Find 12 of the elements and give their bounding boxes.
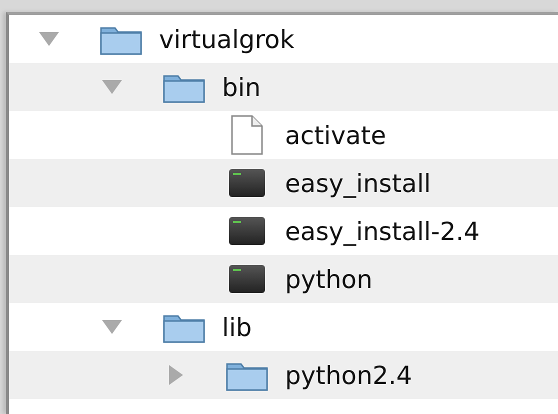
terminal-icon — [228, 216, 266, 246]
document-icon — [231, 115, 263, 155]
file-name[interactable]: easy_install — [285, 170, 431, 196]
file-name[interactable]: virtualgrok — [159, 26, 294, 52]
file-name[interactable]: activate — [285, 122, 386, 148]
file-name[interactable]: lib — [222, 314, 252, 340]
file-name[interactable]: python — [285, 266, 372, 292]
file-name[interactable]: easy_install-2.4 — [285, 218, 480, 244]
file-name[interactable]: python2.4 — [285, 362, 412, 388]
terminal-icon — [228, 168, 266, 198]
terminal-icon — [228, 264, 266, 294]
file-name[interactable]: bin — [222, 74, 261, 100]
